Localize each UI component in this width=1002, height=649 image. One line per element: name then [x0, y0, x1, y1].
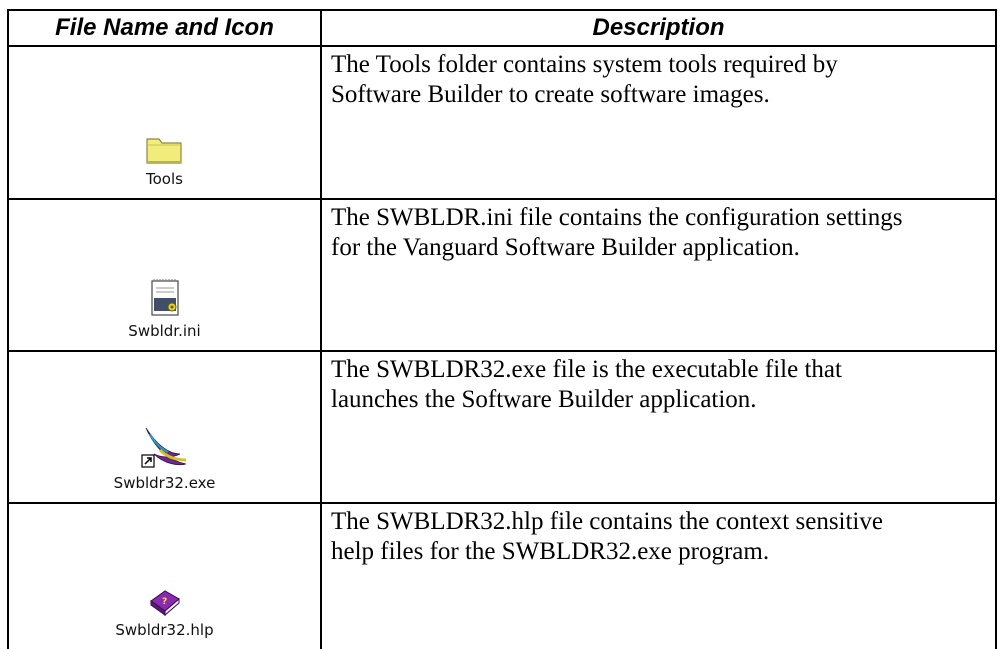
file-name-label: Tools	[146, 170, 183, 188]
description-text: The SWBLDR32.hlp file contains the conte…	[331, 508, 883, 565]
file-item-swbldr-ini[interactable]: Swbldr.ini	[9, 278, 320, 340]
file-cell: Swbldr.ini	[9, 200, 322, 350]
folder-icon	[145, 134, 185, 166]
application-shortcut-icon	[140, 424, 190, 470]
table-row: Swbldr32.exe The SWBLDR32.exe file is th…	[9, 352, 997, 504]
description-text: The Tools folder contains system tools r…	[331, 51, 838, 108]
svg-text:?: ?	[162, 597, 167, 607]
file-cell: ? Swbldr32.hlp	[9, 504, 322, 649]
table-row: Swbldr.ini The SWBLDR.ini file contains …	[9, 200, 997, 352]
description-cell: The SWBLDR32.hlp file contains the conte…	[322, 504, 997, 649]
file-item-tools[interactable]: Tools	[9, 134, 320, 188]
table-row: ? Swbldr32.hlp The SWBLDR32.hlp file con…	[9, 504, 997, 649]
file-cell: Tools	[9, 47, 322, 198]
file-item-swbldr32-hlp[interactable]: ? Swbldr32.hlp	[9, 587, 320, 639]
file-description-table: File Name and Icon Description Tools The…	[7, 9, 997, 649]
description-text: The SWBLDR.ini file contains the configu…	[331, 204, 903, 261]
description-cell: The SWBLDR.ini file contains the configu…	[322, 200, 997, 350]
file-item-swbldr32-exe[interactable]: Swbldr32.exe	[9, 424, 320, 492]
table-header-row: File Name and Icon Description	[9, 11, 997, 47]
file-cell: Swbldr32.exe	[9, 352, 322, 502]
description-cell: The Tools folder contains system tools r…	[322, 47, 997, 198]
help-book-icon: ?	[147, 587, 183, 617]
config-file-icon	[148, 278, 182, 318]
file-name-label: Swbldr32.hlp	[115, 621, 214, 639]
header-description: Description	[322, 11, 997, 45]
file-name-label: Swbldr32.exe	[113, 474, 216, 492]
description-text: The SWBLDR32.exe file is the executable …	[331, 356, 842, 413]
table-row: Tools The Tools folder contains system t…	[9, 47, 997, 200]
description-cell: The SWBLDR32.exe file is the executable …	[322, 352, 997, 502]
file-name-label: Swbldr.ini	[128, 322, 201, 340]
header-file-name-and-icon: File Name and Icon	[9, 11, 322, 45]
